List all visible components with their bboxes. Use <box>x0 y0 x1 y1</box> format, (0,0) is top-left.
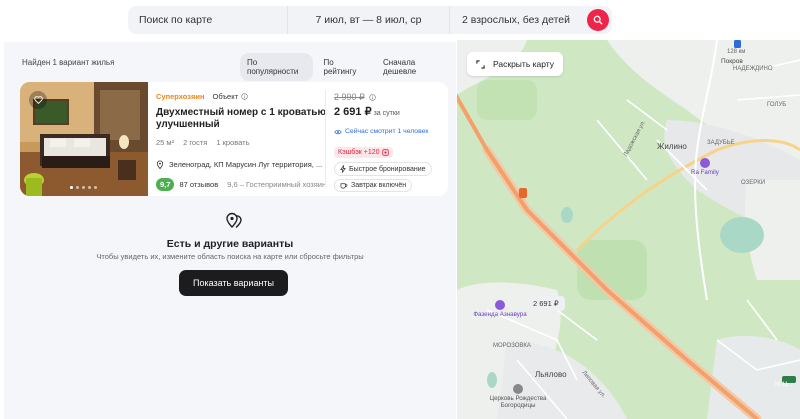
sort-options: По популярности По рейтингу Сначала деше… <box>240 53 456 81</box>
listing-badges: Суперхозяин Объект <box>156 92 326 101</box>
favorite-button[interactable] <box>29 91 47 109</box>
results-panel: Найден 1 вариант жилья По популярности П… <box>4 42 456 419</box>
listing-card[interactable]: Суперхозяин Объект Двухместный номер с 1… <box>20 82 448 196</box>
search-button[interactable] <box>587 9 609 31</box>
map-poi-ra-family-label: Ra Family <box>691 169 719 176</box>
location-pin-icon <box>156 160 164 169</box>
old-price-row: 2 990 ₽ <box>334 92 444 103</box>
search-place-field[interactable]: Поиск по карте <box>128 6 288 34</box>
sort-cheapest[interactable]: Сначала дешевле <box>376 53 452 81</box>
listing-specs: 25 м² 2 гостя 1 кровать <box>156 138 326 147</box>
map-area[interactable]: Раскрыть карту 2 691 ₽ Жилино Льялово По… <box>457 40 800 419</box>
object-badge: Объект <box>212 92 248 101</box>
listing-info: Суперхозяин Объект Двухместный номер с 1… <box>156 92 326 147</box>
photo-dot[interactable] <box>82 186 85 189</box>
quick-booking-text: Быстрое бронирование <box>349 165 426 173</box>
empty-state-subtitle: Чтобы увидеть их, измените область поиск… <box>96 252 364 261</box>
sort-rating[interactable]: По рейтингу <box>317 53 373 81</box>
expand-icon <box>476 59 485 69</box>
viewers-notice: Сейчас смотрит 1 человек <box>334 128 444 135</box>
superhost-badge: Суперхозяин <box>156 92 205 101</box>
viewers-text: Сейчас смотрит 1 человек <box>345 128 429 135</box>
listing-beds: 1 кровать <box>216 138 250 147</box>
map-label-zhilino: Жилино <box>657 142 687 151</box>
info-icon[interactable] <box>369 94 376 101</box>
sort-popularity[interactable]: По популярности <box>240 53 313 81</box>
poi-marker-icon <box>495 300 505 310</box>
photo-pagination[interactable] <box>70 186 100 189</box>
map-pins-icon <box>226 212 242 229</box>
quick-booking-chip: Быстрое бронирование <box>334 162 432 176</box>
map-label-km: 128 км <box>727 49 746 55</box>
listing-address: Зеленоград, КП Марусин Луг территория, .… <box>156 160 322 169</box>
map-poi-ra-family[interactable]: Ra Family <box>691 158 719 176</box>
object-badge-label: Объект <box>212 92 239 101</box>
map-label-lyalovo: Льялово <box>535 370 567 379</box>
map-label-pokrov: Покров <box>721 58 743 65</box>
expand-map-button[interactable]: Раскрыть карту <box>467 52 564 76</box>
map-poi-church-label: Церковь Рождества Богородицы <box>489 395 547 409</box>
listing-address-text: Зеленоград, КП Марусин Луг территория, .… <box>169 160 323 169</box>
map-price-pin[interactable]: 2 691 ₽ <box>527 296 565 311</box>
map-label-zadubye: ЗАДУБЬЕ <box>707 140 735 146</box>
poi-marker-icon <box>699 158 710 168</box>
listing-guests: 2 гостя <box>183 138 208 147</box>
current-price-value: 2 691 ₽ <box>334 106 372 118</box>
cashback-badge: Кэшбэк +120 <box>334 147 393 158</box>
church-icon <box>513 384 523 394</box>
map-label-morozovka: МОРОЗОВКА <box>493 343 531 349</box>
photo-dot[interactable] <box>70 186 73 189</box>
photo-dot[interactable] <box>88 186 91 189</box>
listing-price-block: 2 990 ₽ 2 691 ₽ за сутки Сейчас смотрит 1… <box>334 92 444 192</box>
map-label-m11: М-11 <box>775 382 789 388</box>
breakfast-chip: Завтрак включён <box>334 179 413 192</box>
listing-photo[interactable] <box>20 82 148 196</box>
heart-icon <box>33 96 43 104</box>
results-count: Найден 1 вариант жилья <box>22 58 115 67</box>
search-icon <box>593 15 603 25</box>
map-label-nadezhdino: НАДЕЖДИНО <box>733 66 773 72</box>
host-rating: 9,6 – Гостеприимный хозяин <box>227 180 327 189</box>
card-divider <box>325 90 326 188</box>
expand-map-label: Раскрыть карту <box>493 59 555 69</box>
cup-icon <box>340 183 348 189</box>
map-poi-fazenda[interactable]: Фазенда Азнавура <box>473 300 527 318</box>
search-bar: Поиск по карте 7 июл, вт — 8 июл, ср 2 в… <box>128 6 612 34</box>
price-unit: за сутки <box>373 110 400 117</box>
empty-state-title: Есть и другие варианты <box>166 238 294 250</box>
show-options-button[interactable]: Показать варианты <box>179 270 288 296</box>
search-dates-field[interactable]: 7 июл, вт — 8 июл, ср <box>288 6 450 34</box>
map-label-ozerki: ОЗЕРКИ <box>741 180 766 186</box>
listing-title[interactable]: Двухместный номер с 1 кроватью улучшенны… <box>156 107 326 131</box>
listing-area: 25 м² <box>156 138 175 147</box>
rating-badge: 9,7 <box>156 178 175 191</box>
eye-icon <box>334 129 342 134</box>
cashback-text: Кэшбэк +120 <box>338 149 380 156</box>
reviews-link[interactable]: 87 отзывов <box>179 180 218 189</box>
map-label-golub: ГОЛУБ <box>767 102 787 108</box>
lightning-icon <box>340 165 346 173</box>
photo-dot[interactable] <box>94 186 97 189</box>
photo-dot[interactable] <box>76 186 79 189</box>
listing-rating-row: 9,7 87 отзывов 9,6 – Гостеприимный хозяи… <box>156 178 326 191</box>
breakfast-text: Завтрак включён <box>351 182 407 189</box>
map-poi-fazenda-label: Фазенда Азнавура <box>473 311 527 318</box>
current-price: 2 691 ₽ за сутки <box>334 105 444 118</box>
map-poi-church[interactable]: Церковь Рождества Богородицы <box>487 384 549 409</box>
old-price: 2 990 ₽ <box>334 92 365 102</box>
map-background <box>457 40 800 419</box>
top-bar: Поиск по карте 7 июл, вт — 8 июл, ср 2 в… <box>0 0 800 40</box>
search-guests-field[interactable]: 2 взрослых, без детей <box>450 6 578 34</box>
coin-icon <box>381 149 389 156</box>
info-icon[interactable] <box>241 93 248 100</box>
